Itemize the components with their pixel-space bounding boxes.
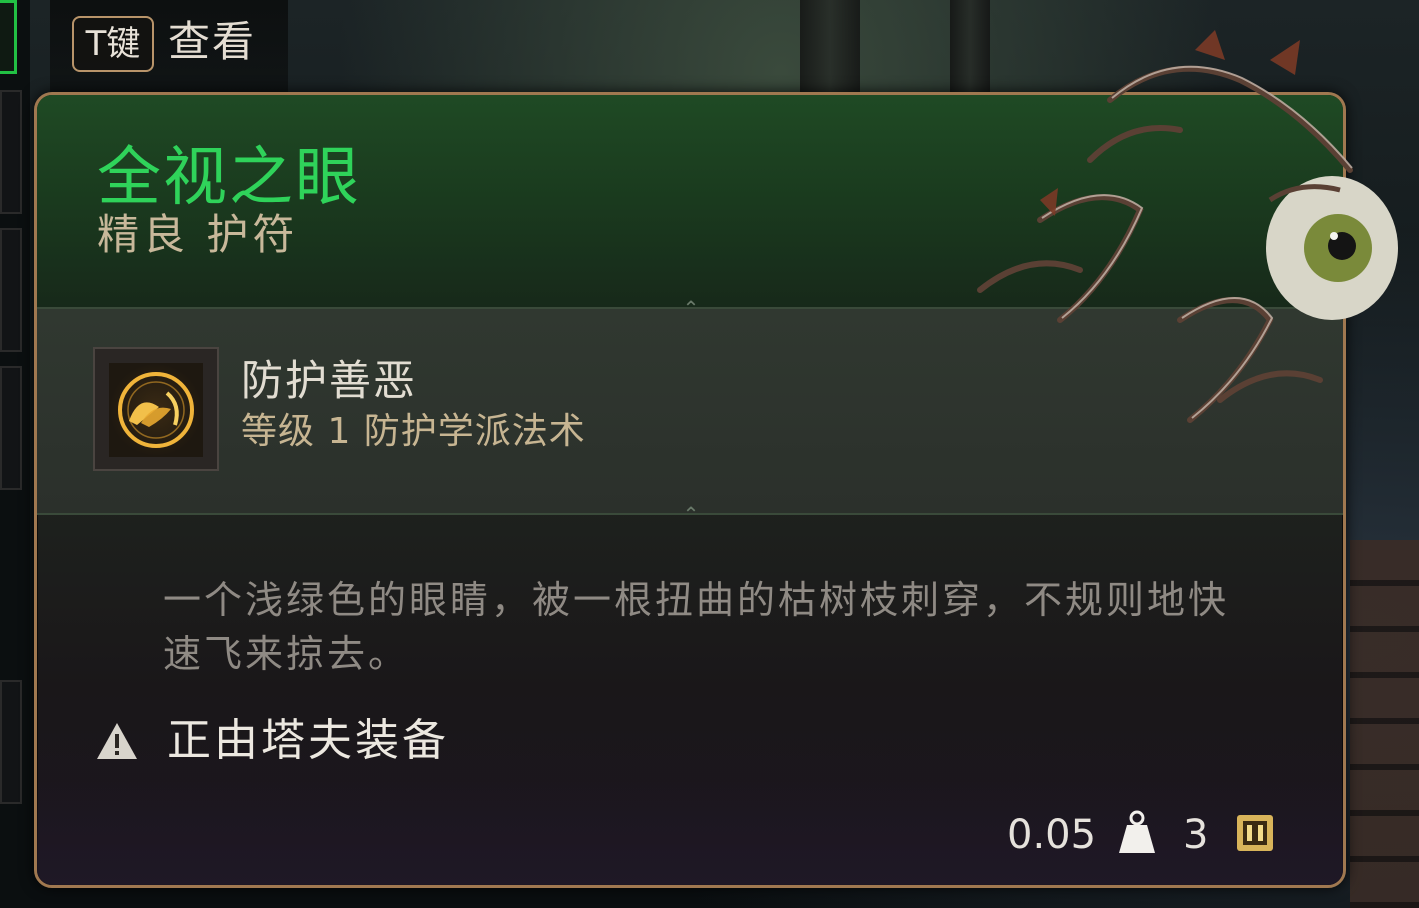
inventory-slot[interactable] [0, 90, 22, 214]
spell-icon-frame[interactable] [93, 347, 219, 471]
gold-coin-icon [1237, 815, 1273, 851]
warning-icon [97, 723, 137, 759]
all-seeing-eye-artwork [977, 30, 1398, 423]
t-key-badge[interactable]: T键 [72, 16, 154, 72]
item-name: 全视之眼 [97, 141, 361, 215]
weight-value: 0.05 [1007, 812, 1097, 858]
chest-background [1350, 540, 1419, 908]
inventory-edge [0, 0, 30, 908]
inventory-slot[interactable] [0, 228, 22, 352]
winged-sigil-icon [109, 363, 203, 457]
inventory-slot[interactable] [0, 366, 22, 490]
item-description: 一个浅绿色的眼睛，被一根扭曲的枯树枝刺穿，不规则地快速飞来掠去。 [163, 578, 1230, 676]
item-rarity-type: 精良 护符 [97, 210, 299, 259]
inventory-slot[interactable] [0, 680, 22, 804]
spell-divider: ⌃ [37, 503, 1343, 525]
spell-name: 防护善恶 [241, 356, 418, 405]
tree-trunk [800, 0, 860, 95]
equipped-by-text: 正由塔夫装备 [167, 715, 449, 766]
gold-value: 3 [1183, 812, 1209, 858]
selected-inventory-slot[interactable] [0, 0, 17, 74]
inspect-label: 查看 [168, 17, 257, 66]
tooltip-footer: 0.05 3 [37, 781, 1343, 885]
spell-level-school: 等级 1 防护学派法术 [241, 411, 586, 452]
weight-icon [1119, 810, 1155, 853]
